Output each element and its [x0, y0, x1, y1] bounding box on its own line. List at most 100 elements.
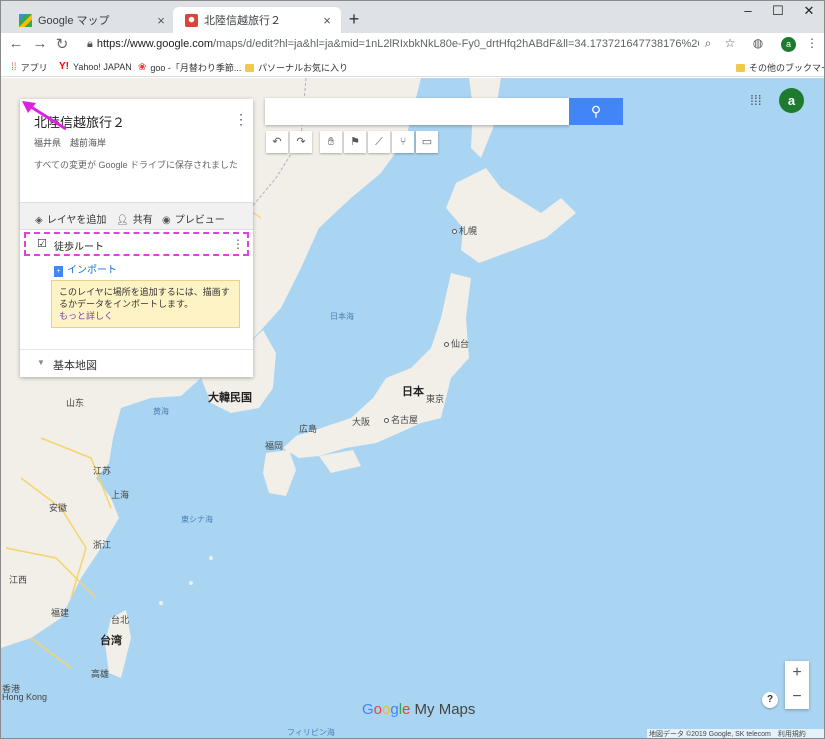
layers-icon: ◈ [35, 215, 43, 226]
map-label: 名古屋 [384, 413, 418, 426]
import-file-icon: + [54, 266, 63, 277]
map-label: 江苏 [93, 466, 112, 476]
undo-icon[interactable]: ↶ [266, 131, 288, 153]
add-layer-button[interactable]: ◈ レイヤを追加 [35, 211, 106, 226]
tab-close-icon[interactable]: × [153, 13, 169, 28]
new-tab-button[interactable]: + [345, 9, 363, 30]
close-window-button[interactable]: ✕ [794, 3, 824, 19]
account-avatar[interactable]: a [779, 88, 804, 113]
map-label: 東京 [426, 394, 445, 404]
minimize-button[interactable]: – [733, 3, 763, 18]
map-label: 仙台 [444, 337, 469, 350]
browser-toolbar: ← → ↻ 🔒︎ https://www.google.com/maps/d/ed… [1, 33, 824, 57]
address-bar[interactable]: 🔒︎ https://www.google.com/maps/d/edit?hl=… [79, 34, 699, 54]
menu-kebab-icon[interactable]: ⋮ [803, 36, 821, 50]
layer-item[interactable]: ☑ 徒歩ルート ⋮ [24, 232, 249, 256]
map-label: 福岡 [265, 441, 284, 451]
bookmarks-bar: ⁞⁞ アプリ Y! Yahoo! JAPAN ❀ goo -「月替わり季節... パソ… [1, 57, 824, 77]
learn-more-link[interactable]: もっと詳しく [59, 311, 113, 321]
tab-close-icon[interactable]: × [319, 13, 335, 28]
map-description[interactable]: 福井県 越前海岸 [34, 136, 106, 149]
tab-title: 北陸信越旅行２ [204, 15, 281, 27]
search-input[interactable] [265, 98, 569, 125]
goo-icon: ❀ [138, 62, 147, 73]
tab-my-maps[interactable]: 北陸信越旅行２ × [173, 7, 341, 33]
url-host: https://www.google.com [96, 38, 214, 50]
zoom-control: + − [785, 661, 809, 709]
layer-checkbox[interactable]: ☑ [37, 237, 47, 250]
map-label: 台湾 [100, 635, 122, 647]
map-label: 浙江 [93, 540, 112, 550]
save-status: すべての変更が Google ドライブに保存されました [34, 160, 239, 170]
map-label: 安徽 [49, 503, 68, 513]
bookmark-star-icon[interactable]: ☆ [721, 36, 739, 50]
annotation-arrow-icon [22, 101, 67, 131]
maximize-button[interactable]: ☐ [763, 3, 793, 19]
map-canvas[interactable]: 札幌 仙台 日本 東京 名古屋 大阪 広島 福岡 大韓民国 日本海 黄海 東シナ… [1, 78, 824, 738]
google-maps-favicon-icon [19, 13, 32, 27]
forward-icon[interactable]: → [31, 35, 49, 52]
browser-window: Google マップ × 北陸信越旅行２ × + – ☐ ✕ ← → ↻ 🔒︎ h… [0, 0, 825, 739]
profile-avatar[interactable]: a [781, 37, 796, 52]
search-button[interactable]: ⚲ [569, 98, 623, 125]
map-label: 山东 [66, 398, 85, 408]
route-icon[interactable]: ⑂ [392, 131, 414, 153]
draw-line-icon[interactable]: ⟋ [368, 131, 390, 153]
hand-tool-icon[interactable]: ✋︎ [320, 131, 342, 153]
help-tooltip: このレイヤに場所を追加するには、描画するかデータをインポートします。 もっと詳し… [51, 280, 240, 328]
back-icon[interactable]: ← [7, 35, 25, 52]
map-label: 上海 [111, 490, 130, 500]
other-bookmarks[interactable]: その他のブックマーク [736, 61, 824, 74]
apps-grid-icon: ⁞⁞ [11, 62, 17, 73]
reload-icon[interactable]: ↻ [53, 35, 71, 53]
tab-title: Google マップ [38, 15, 110, 27]
extension-icon[interactable]: ◍ [749, 36, 767, 50]
share-button[interactable]: 👤︎ 共有 [116, 211, 153, 226]
panel-actions: ◈ レイヤを追加 👤︎ 共有 ◉ プレビュー [20, 202, 253, 230]
bookmark-folder[interactable]: パソーナルお気に入り [245, 61, 348, 74]
search-icon: ⚲ [590, 103, 602, 119]
measure-ruler-icon[interactable]: ▭ [416, 131, 438, 153]
basemap-section[interactable]: ▼ 基本地図 [20, 349, 253, 377]
folder-icon [736, 63, 745, 72]
url-path: /maps/d/edit?hl=ja&hl=ja&mid=1nL2lRIxbkN… [213, 38, 699, 50]
map-label: 江西 [9, 575, 28, 585]
map-attribution[interactable]: 地図データ ©2019 Google, SK telecom 利用規約 [647, 729, 824, 738]
map-label: Hong Kong [2, 692, 48, 702]
map-label: 東シナ海 [181, 515, 213, 524]
add-marker-icon[interactable]: ⚑ [344, 131, 366, 153]
zoom-icon[interactable]: ⌕ [699, 36, 717, 51]
lock-icon: 🔒︎ [87, 38, 93, 50]
map-label: 台北 [111, 615, 130, 625]
my-maps-favicon-icon [185, 13, 198, 27]
add-person-icon: 👤︎ [116, 215, 129, 226]
layer-name[interactable]: 徒歩ルート [54, 238, 104, 253]
google-my-maps-logo: Google My Maps [362, 701, 476, 718]
google-apps-icon[interactable]: ⁞⁞⁞ [750, 92, 762, 108]
tab-bar: Google マップ × 北陸信越旅行２ × + – ☐ ✕ [1, 1, 824, 33]
basemap-label: 基本地図 [53, 360, 97, 372]
map-label: 日本海 [330, 312, 354, 321]
map-label: 高雄 [91, 669, 110, 679]
map-label: 福建 [51, 608, 70, 618]
more-options-icon[interactable]: ⋮ [234, 111, 248, 128]
map-label: 大韓民国 [208, 392, 252, 404]
preview-button[interactable]: ◉ プレビュー [162, 211, 225, 226]
map-label: 大阪 [352, 417, 371, 427]
bookmark-apps[interactable]: ⁞⁞ アプリ [11, 61, 48, 74]
zoom-in-button[interactable]: + [785, 661, 809, 685]
import-link[interactable]: + インポート [54, 261, 117, 277]
map-label: フィリピン海 [287, 728, 335, 737]
map-label: 日本 [402, 386, 424, 398]
eye-icon: ◉ [162, 215, 171, 226]
folder-icon [245, 63, 254, 72]
map-label: 札幌 [452, 224, 477, 237]
help-button[interactable]: ? [762, 692, 778, 708]
layer-more-icon[interactable]: ⋮ [232, 237, 244, 251]
zoom-out-button[interactable]: − [785, 685, 809, 709]
chevron-down-icon[interactable]: ▼ [37, 358, 45, 367]
bookmark-yahoo[interactable]: Y! Yahoo! JAPAN [59, 61, 132, 72]
redo-icon[interactable]: ↷ [290, 131, 312, 153]
tab-google-maps[interactable]: Google マップ × [7, 7, 175, 33]
bookmark-goo[interactable]: ❀ goo -「月替わり季節... [138, 61, 241, 74]
